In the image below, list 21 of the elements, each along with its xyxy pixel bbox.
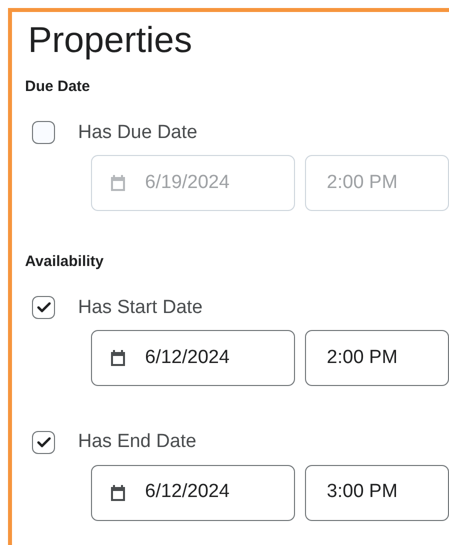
time-field[interactable]: 3:00 PM	[304, 464, 449, 520]
checkbox-label: Has Start Date	[78, 296, 203, 320]
checkmark-icon	[36, 436, 50, 448]
date-field[interactable]: 6/12/2024	[91, 464, 295, 520]
section-heading: Due Date	[25, 77, 92, 97]
checkbox-label: Has End Date	[78, 430, 196, 454]
checkbox[interactable]	[32, 430, 55, 454]
date-value: 6/12/2024	[145, 346, 230, 370]
checkbox[interactable]	[32, 121, 55, 144]
section-heading: Availability	[25, 252, 105, 272]
checkbox[interactable]	[32, 296, 55, 320]
time-field[interactable]: 2:00 PM	[304, 330, 449, 386]
date-value: 6/12/2024	[145, 480, 230, 504]
calendar-icon	[109, 349, 127, 367]
checkbox-label: Has Due Date	[78, 120, 198, 144]
checkmark-icon	[36, 302, 50, 314]
calendar-icon	[109, 484, 127, 502]
panel-title: Properties	[27, 18, 194, 62]
date-value: 6/19/2024	[145, 170, 230, 195]
calendar-icon	[109, 174, 127, 192]
date-field[interactable]: 6/12/2024	[91, 330, 295, 386]
